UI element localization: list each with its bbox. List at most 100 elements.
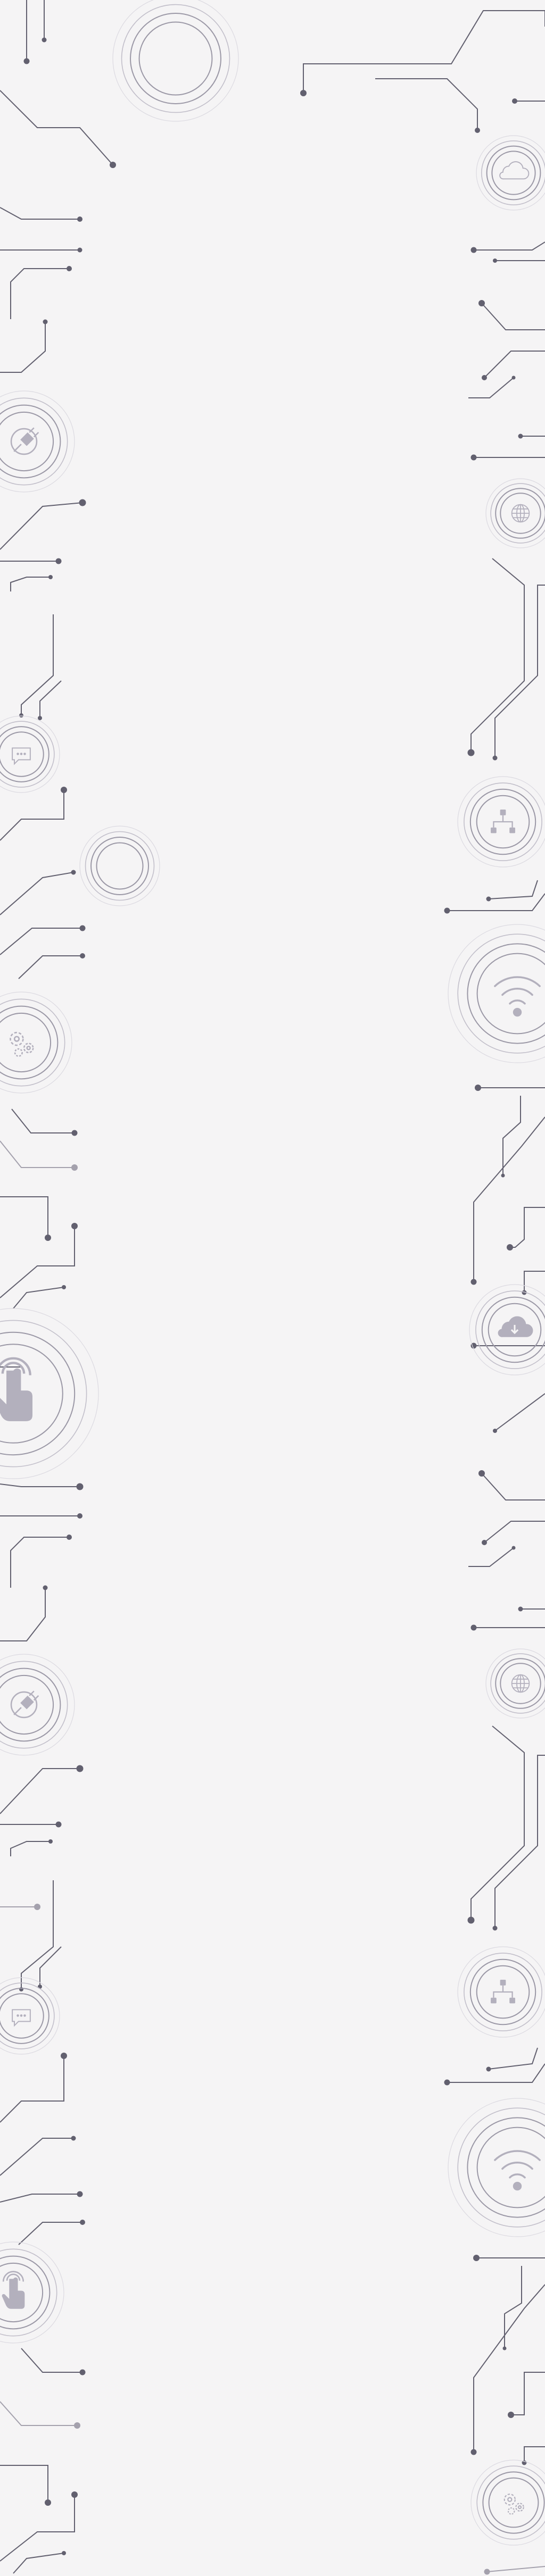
network-icon [490,808,516,834]
circuit-trace [0,928,82,955]
trace-node [45,2499,51,2506]
circuit-trace [473,2284,545,2452]
trace-node [42,37,47,43]
trace-node [518,1606,523,1612]
trace-node [478,1470,485,1477]
icon-badge [469,1284,545,1375]
trace-node [486,2066,491,2072]
trace-node [34,1904,40,1910]
icon-badge [470,2460,545,2546]
trace-node [71,1164,78,1171]
circuit-trace [447,2063,545,2083]
trace-node [502,2346,507,2350]
globe-icon [511,504,530,523]
circuit-trace [11,1108,75,1133]
trace-node [492,1925,498,1931]
trace-node [77,1513,82,1519]
circuit-trace [13,1287,64,1309]
trace-node [482,1540,487,1545]
circuit-trace [488,2047,538,2070]
trace-node [470,454,477,461]
circuit-trace [511,2372,545,2415]
circuit-trace [18,955,82,979]
trace-node [493,259,497,263]
circuit-trace [473,1116,545,1282]
trace-node [501,1173,505,1178]
icon-badge [79,826,160,906]
trace-node [79,2369,86,2375]
trace-node [67,1535,72,1540]
trace-node [71,2136,76,2141]
circuit-trace [0,1768,80,1814]
circuit-trace [481,303,545,330]
trace-node [511,376,516,380]
trace-node [71,2491,78,2498]
trace-node [478,300,485,306]
circuit-trace [494,585,545,758]
icon-badge [0,390,75,493]
touch-icon [0,1358,32,1421]
trace-node [507,1244,513,1251]
circuit-trace [0,90,113,165]
circuit-trace [10,1841,51,1856]
circuit-background [0,0,545,2575]
trace-node [470,1624,477,1631]
trace-node [518,433,523,439]
circuit-trace [0,1588,46,1641]
trace-node [71,1223,78,1229]
cloud-download-icon [497,1315,534,1338]
trace-node [110,162,116,168]
circuit-trace [10,1537,69,1588]
trace-node [48,1839,53,1844]
trace-node [45,1235,51,1241]
trace-node [444,907,450,914]
circuit-trace [18,2222,82,2245]
trace-node [473,2255,480,2261]
trace-node [508,2412,514,2418]
trace-node [80,2220,85,2225]
trace-node [61,2053,67,2059]
chat-icon [12,747,31,765]
circuit-trace [0,502,83,550]
icon-badge [457,1946,545,2038]
touch-icon [1,2271,26,2310]
circuit-trace [486,2566,545,2572]
trace-node [470,1279,477,1285]
plug-icon [10,1690,39,1719]
trace-node [48,575,53,579]
circuit-trace [375,78,478,130]
trace-node [467,749,475,756]
trace-node [484,2569,490,2575]
circuit-trace [470,1725,525,1920]
trace-node [80,953,85,958]
trace-node [23,58,30,64]
circuit-trace [484,1521,545,1543]
circuit-trace [0,1483,80,1487]
circuit-trace [502,1096,521,1176]
trace-node [71,1130,78,1136]
chat-icon [12,2009,31,2027]
circuit-trace [474,241,545,251]
trace-node [486,896,491,902]
trace-node [76,1483,84,1490]
icon-badge [476,135,545,211]
circuit-trace [504,2266,522,2348]
icon-badge [0,1977,60,2055]
trace-node [62,2551,66,2555]
circuit-trace [10,577,51,591]
globe-icon [511,1674,530,1693]
trace-node [475,128,480,133]
circuit-trace [481,1473,545,1500]
trace-node [61,787,67,793]
icon-badge [0,991,72,1094]
circuit-traces [0,0,545,2575]
trace-node [55,558,62,564]
circuit-trace [468,377,514,398]
circuit-trace [484,351,545,378]
icon-badge [0,2241,64,2344]
circuit-trace [10,268,69,319]
trace-node [492,755,498,761]
circuit-trace [470,558,525,753]
circuit-trace [0,207,80,220]
circuit-trace [0,2194,80,2203]
